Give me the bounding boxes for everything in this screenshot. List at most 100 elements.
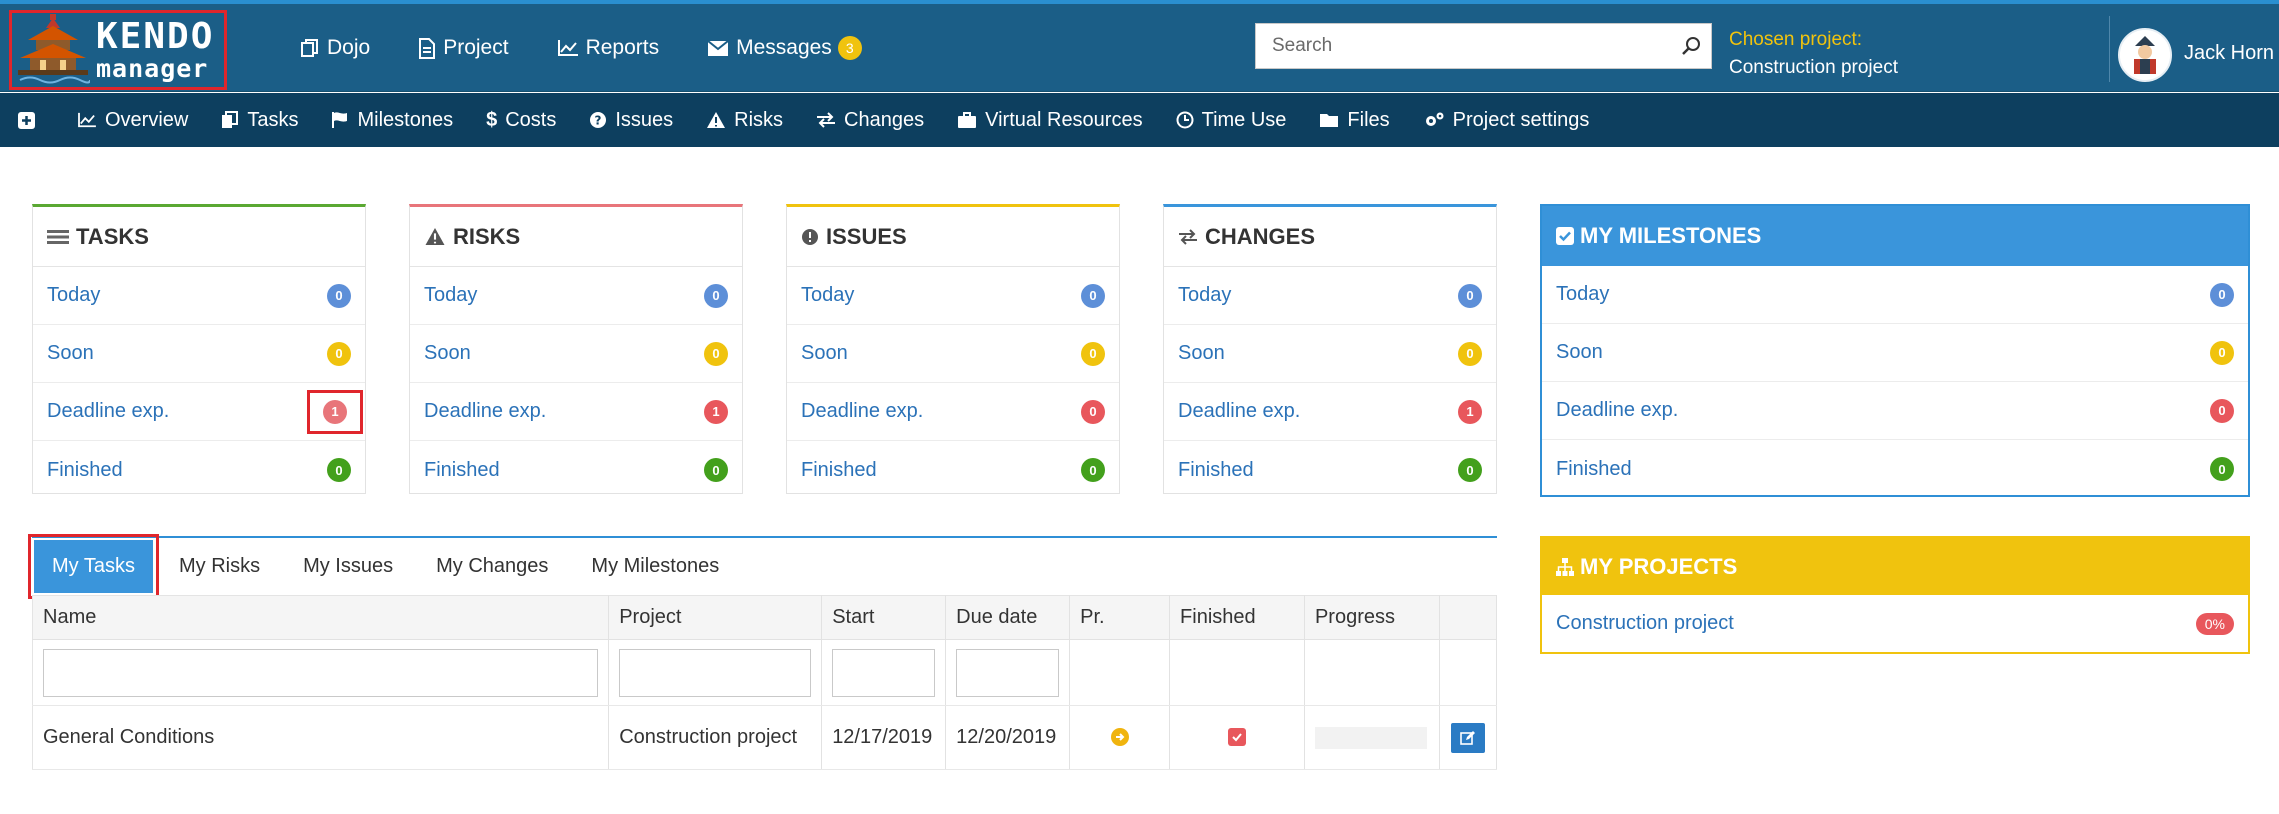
col-header-project[interactable]: Project [608,595,823,640]
exchange-icon [817,112,836,128]
risks-soon-count: 0 [704,341,728,366]
tab-my-risks[interactable]: My Risks [179,555,260,578]
nav-reports-label: Reports [585,36,660,59]
nav-project[interactable]: Project [418,36,509,60]
changes-soon-count: 0 [1458,341,1482,366]
logo[interactable]: KENDO manager [9,10,227,90]
col-header-progress[interactable]: Progress [1304,595,1440,640]
col-header-priority[interactable]: Pr. [1069,595,1171,640]
nav-dojo-label: Dojo [327,36,371,59]
tab-my-tasks-highlight: My Tasks [28,533,159,599]
nav-reports[interactable]: Reports [557,36,660,60]
cell-project: Construction project [608,705,823,770]
changes-card-header: CHANGES [1164,207,1496,267]
risks-today-link[interactable]: Today [424,284,477,307]
subnav-tasks-label: Tasks [247,108,299,131]
filter-cell-priority [1069,639,1171,706]
milestones-today-link[interactable]: Today [1556,283,1609,306]
changes-soon-link[interactable]: Soon [1178,342,1225,365]
projects-card: MY PROJECTS Construction project 0% [1540,536,2250,654]
subnav-risks[interactable]: Risks [706,109,783,132]
tasks-soon-link[interactable]: Soon [47,342,94,365]
chosen-project: Chosen project: Construction project [1729,26,1898,82]
chosen-project-value[interactable]: Construction project [1729,54,1898,82]
risks-finished-row: Finished 0 [410,441,742,499]
copy-icon [222,111,239,128]
tasks-card-header: TASKS [33,207,365,267]
issues-soon-link[interactable]: Soon [801,342,848,365]
issues-card-title: ISSUES [826,223,907,249]
check-square-icon [1556,227,1574,245]
issues-deadline-link[interactable]: Deadline exp. [801,400,923,423]
subnav-project-settings[interactable]: Project settings [1423,108,1590,132]
subnav-tasks[interactable]: Tasks [221,109,298,132]
subnav-project-settings-label: Project settings [1452,108,1590,131]
finished-checkbox-icon[interactable] [1228,728,1246,746]
nav-messages-label: Messages [736,36,832,59]
risks-finished-link[interactable]: Finished [424,459,500,482]
tasks-today-link[interactable]: Today [47,284,100,307]
cell-finished [1169,705,1305,770]
tasks-deadline-link[interactable]: Deadline exp. [47,400,169,423]
tab-my-issues[interactable]: My Issues [303,555,393,578]
tasks-finished-link[interactable]: Finished [47,459,123,482]
subnav-milestones[interactable]: Milestones [331,109,453,132]
changes-deadline-link[interactable]: Deadline exp. [1178,400,1300,423]
subnav-costs[interactable]: $ Costs [486,109,556,132]
file-icon [419,37,436,59]
milestones-deadline-link[interactable]: Deadline exp. [1556,399,1678,422]
user-name[interactable]: Jack Horn [2184,42,2274,65]
filter-project-input[interactable] [619,648,812,697]
changes-card: CHANGES Today 0 Soon 0 Deadline exp. 1 F… [1163,204,1497,494]
tab-my-changes[interactable]: My Changes [436,555,548,578]
project-link[interactable]: Construction project [1556,612,1734,635]
issues-soon-row: Soon 0 [787,325,1119,383]
flag-icon [332,112,348,128]
cogs-icon [1425,112,1444,126]
risks-deadline-link[interactable]: Deadline exp. [424,400,546,423]
filter-due-date-input[interactable] [956,648,1060,697]
subnav-overview[interactable]: Overview [77,109,188,132]
edit-button[interactable] [1450,722,1485,753]
col-header-finished[interactable]: Finished [1169,595,1305,640]
table-row[interactable]: General Conditions Construction project … [32,705,1498,770]
col-header-name[interactable]: Name [32,595,610,640]
subnav-virtual-resources[interactable]: Virtual Resources [957,109,1143,132]
subnav-issues-label: Issues [615,108,674,131]
col-header-start[interactable]: Start [821,595,947,640]
tab-my-tasks[interactable]: My Tasks [34,539,153,593]
changes-today-link[interactable]: Today [1178,284,1231,307]
filter-name-input[interactable] [43,648,599,697]
issues-today-link[interactable]: Today [801,284,854,307]
subnav-files[interactable]: Files [1319,109,1390,132]
col-header-due-date[interactable]: Due date [945,595,1071,640]
risks-soon-link[interactable]: Soon [424,342,471,365]
subnav-changes[interactable]: Changes [816,109,924,132]
search-input[interactable] [1256,24,1671,68]
issues-today-row: Today 0 [787,267,1119,325]
search-icon[interactable] [1671,36,1711,56]
user-divider [2109,16,2110,82]
add-button[interactable] [18,111,43,129]
tasks-deadline-highlight[interactable]: 1 [307,389,363,434]
cell-priority [1069,705,1171,770]
cell-due-date: 12/20/2019 [945,705,1071,770]
grid-filter-row [32,639,1498,706]
milestones-soon-link[interactable]: Soon [1556,341,1603,364]
nav-messages[interactable]: Messages 3 [707,36,862,60]
subnav-issues[interactable]: ? Issues [589,109,673,132]
issues-finished-link[interactable]: Finished [801,459,877,482]
issues-deadline-count: 0 [1081,399,1105,424]
milestones-soon-count: 0 [2210,340,2234,365]
tab-my-milestones[interactable]: My Milestones [591,555,719,578]
filter-start-input[interactable] [832,648,936,697]
changes-finished-link[interactable]: Finished [1178,459,1254,482]
line-chart-icon [78,112,96,128]
nav-dojo[interactable]: Dojo [300,36,370,60]
risks-card-title: RISKS [453,223,521,249]
avatar[interactable] [2118,28,2172,82]
warning-icon [425,228,445,245]
subnav-time-use[interactable]: Time Use [1176,109,1286,132]
milestones-finished-link[interactable]: Finished [1556,458,1632,481]
milestones-today-row: Today 0 [1542,266,2248,324]
